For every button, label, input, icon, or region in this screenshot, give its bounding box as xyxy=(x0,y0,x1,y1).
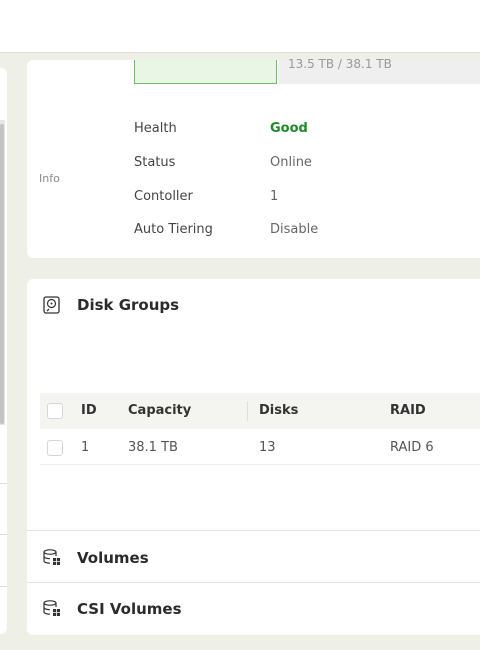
info-section-label: Info xyxy=(39,172,60,185)
database-icon xyxy=(43,600,61,621)
database-icon xyxy=(43,549,61,570)
health-value: Good xyxy=(270,121,308,136)
column-header-id[interactable]: ID xyxy=(81,403,97,418)
column-header-capacity[interactable]: Capacity xyxy=(128,403,191,418)
row-capacity: 38.1 TB xyxy=(128,440,178,455)
column-divider xyxy=(247,401,248,421)
left-panel-divider xyxy=(0,483,7,484)
status-key: Status xyxy=(134,155,176,170)
left-panel-divider xyxy=(0,534,7,535)
left-panel-divider xyxy=(0,586,7,587)
capacity-used-bar xyxy=(134,60,277,84)
disk-icon xyxy=(43,296,60,318)
row-raid: RAID 6 xyxy=(390,440,434,455)
row-id: 1 xyxy=(81,440,90,455)
auto-tiering-value: Disable xyxy=(270,222,319,237)
capacity-value: 13.5 TB / 38.1 TB xyxy=(288,57,392,71)
status-value: Online xyxy=(270,155,312,170)
controller-value: 1 xyxy=(270,189,279,204)
select-all-checkbox[interactable] xyxy=(47,403,63,419)
pool-info-card: 13.5 TB / 38.1 TB Info Health Good Statu… xyxy=(27,57,480,258)
top-bar xyxy=(0,0,480,53)
health-key: Health xyxy=(134,121,177,136)
auto-tiering-key: Auto Tiering xyxy=(134,222,213,237)
volumes-title: Volumes xyxy=(77,549,149,567)
disk-groups-table-header: ID Capacity Disks RAID xyxy=(40,393,480,429)
row-divider xyxy=(40,464,480,465)
capacity-free-bar: 13.5 TB / 38.1 TB xyxy=(278,57,480,84)
column-header-raid[interactable]: RAID xyxy=(390,403,426,418)
section-divider xyxy=(27,530,480,531)
csi-volumes-title: CSI Volumes xyxy=(77,600,182,618)
column-header-disks[interactable]: Disks xyxy=(259,403,298,418)
row-checkbox[interactable] xyxy=(47,440,63,456)
disk-groups-card: Disk Groups ID Capacity Disks RAID 1 38.… xyxy=(27,279,480,635)
section-divider xyxy=(27,582,480,583)
controller-key: Contoller xyxy=(134,189,193,204)
disk-groups-title: Disk Groups xyxy=(77,296,180,314)
scrollbar-thumb[interactable] xyxy=(0,124,4,424)
row-disks: 13 xyxy=(259,440,276,455)
